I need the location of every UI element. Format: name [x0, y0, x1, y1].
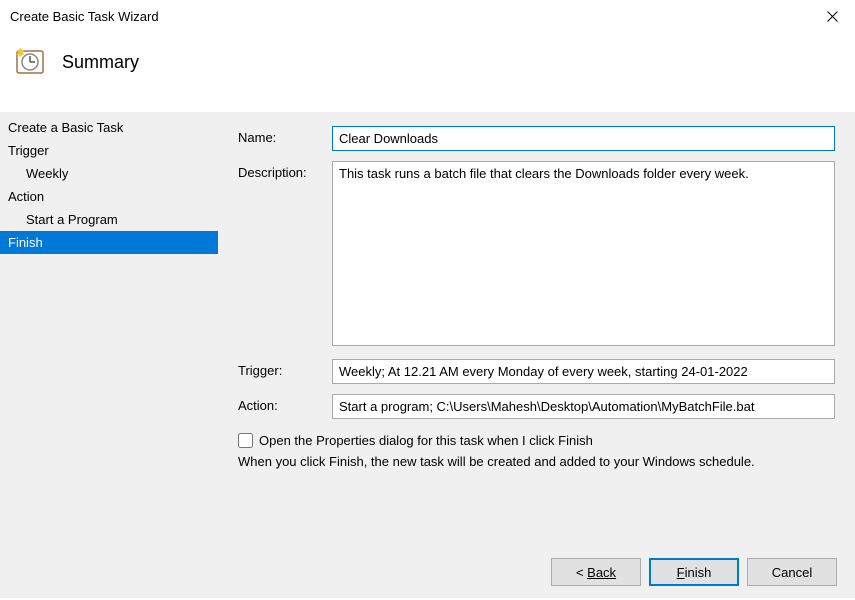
- title-bar: Create Basic Task Wizard: [0, 0, 855, 32]
- page-heading: Summary: [62, 52, 139, 73]
- nav-action[interactable]: Action: [0, 185, 218, 208]
- description-input[interactable]: [332, 161, 835, 346]
- nav-trigger-weekly[interactable]: Weekly: [0, 162, 218, 185]
- action-label: Action:: [238, 394, 332, 419]
- open-properties-checkbox[interactable]: [238, 433, 253, 448]
- nav-create-basic-task[interactable]: Create a Basic Task: [0, 116, 218, 139]
- wizard-icon: [14, 46, 46, 78]
- description-label: Description:: [238, 161, 332, 349]
- nav-action-start-program[interactable]: Start a Program: [0, 208, 218, 231]
- back-button[interactable]: < Back: [551, 558, 641, 586]
- name-input[interactable]: [332, 126, 835, 151]
- trigger-label: Trigger:: [238, 359, 332, 384]
- close-icon: [827, 11, 838, 22]
- open-properties-label: Open the Properties dialog for this task…: [259, 433, 593, 448]
- nav-trigger[interactable]: Trigger: [0, 139, 218, 162]
- wizard-nav: Create a Basic Task Trigger Weekly Actio…: [0, 112, 218, 598]
- content-area: Create a Basic Task Trigger Weekly Actio…: [0, 112, 855, 598]
- finish-button[interactable]: Finish: [649, 558, 739, 586]
- cancel-button[interactable]: Cancel: [747, 558, 837, 586]
- name-label: Name:: [238, 126, 332, 151]
- window-title: Create Basic Task Wizard: [10, 9, 159, 24]
- nav-finish[interactable]: Finish: [0, 231, 218, 254]
- header: Summary: [0, 32, 855, 112]
- finish-note: When you click Finish, the new task will…: [238, 454, 835, 469]
- action-value: [332, 394, 835, 419]
- close-button[interactable]: [809, 0, 855, 32]
- footer-buttons: < Back Finish Cancel: [551, 558, 837, 586]
- summary-pane: Name: Description: Trigger: Action:: [218, 112, 855, 598]
- trigger-value: [332, 359, 835, 384]
